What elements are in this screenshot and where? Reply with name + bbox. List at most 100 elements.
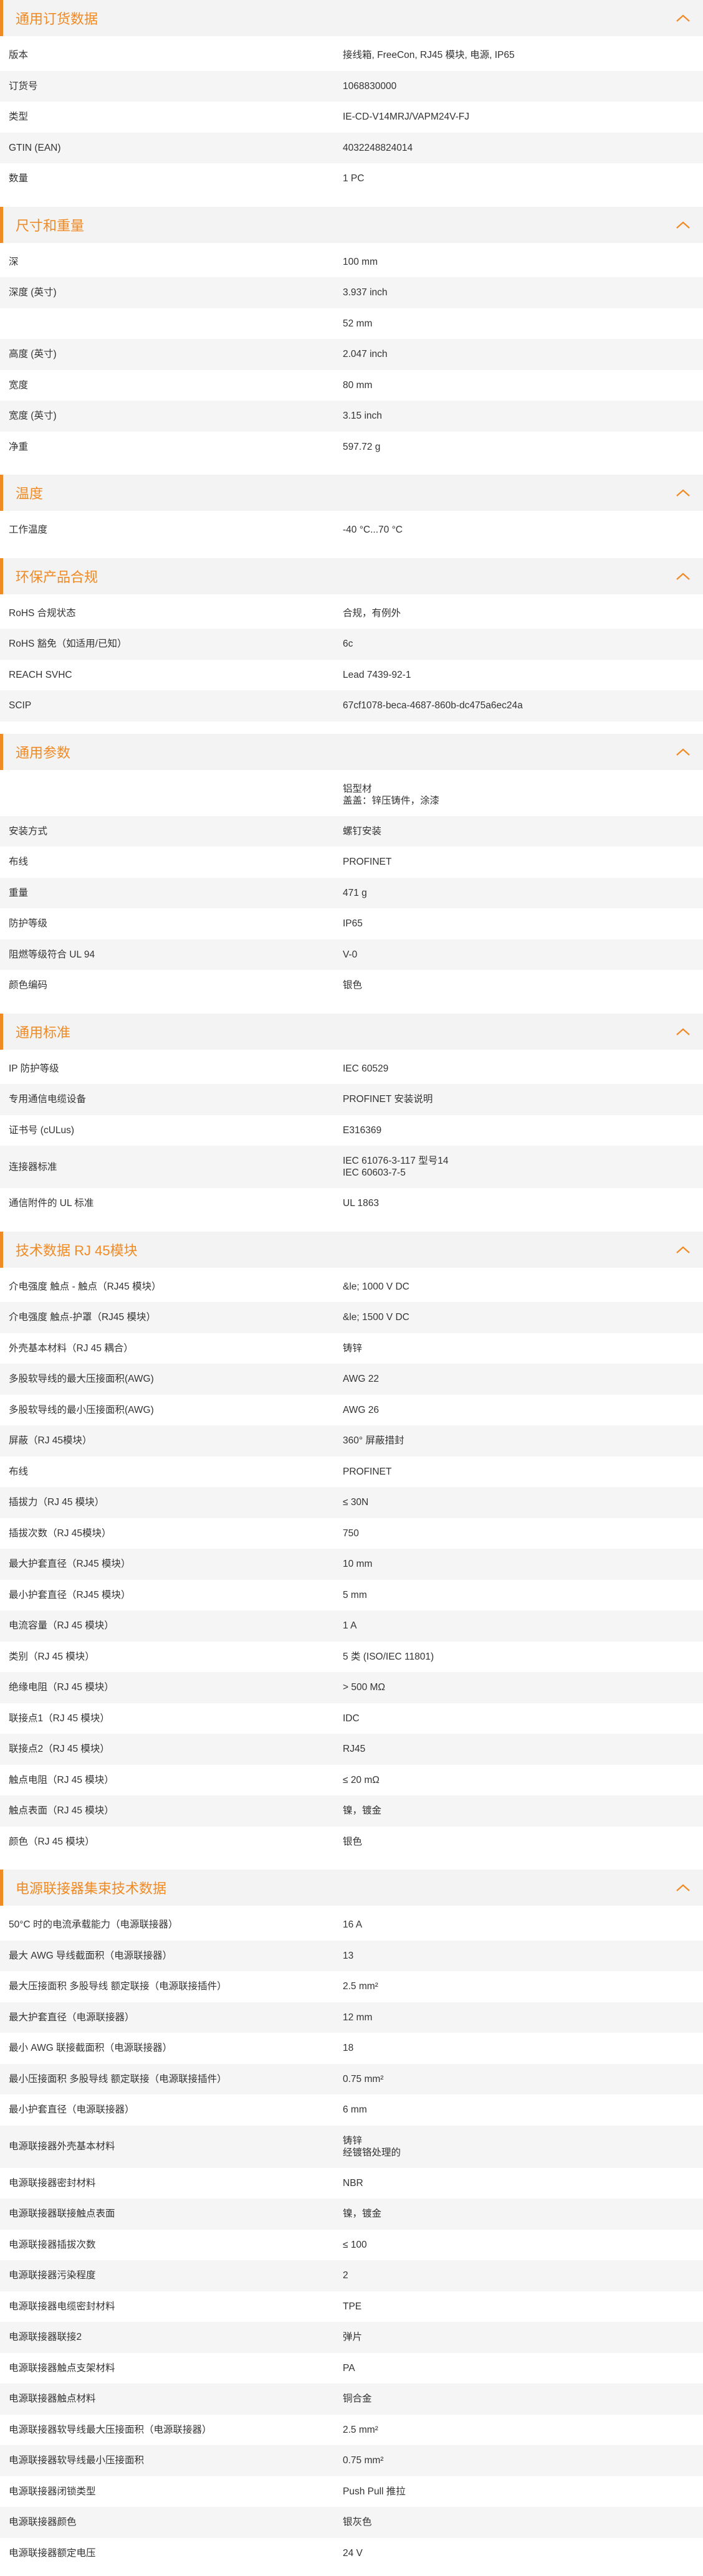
spec-section: 通用订货数据 版本 接线箱, FreeCon, RJ45 模块, 电源, IP6… bbox=[0, 0, 703, 207]
spec-row: 最大压接面积 多股导线 额定联接（电源联接插件） 2.5 mm² bbox=[0, 1971, 703, 2002]
product-spec-page: 通用订货数据 版本 接线箱, FreeCon, RJ45 模块, 电源, IP6… bbox=[0, 0, 703, 2576]
spec-row: 电源联接器联接触点表面 镍，镀金 bbox=[0, 2198, 703, 2230]
spec-label: 类别（RJ 45 模块） bbox=[9, 1651, 95, 1662]
section-header[interactable]: 技术数据 RJ 45模块 bbox=[0, 1231, 703, 1268]
spec-value: 1068830000 bbox=[343, 80, 397, 92]
spec-value: 6 mm bbox=[343, 2104, 367, 2116]
chevron-up-icon[interactable] bbox=[676, 1883, 691, 1892]
spec-value: V-0 bbox=[343, 949, 358, 960]
chevron-up-icon[interactable] bbox=[676, 1027, 691, 1036]
section-header[interactable]: 温度 bbox=[0, 475, 703, 511]
spec-value: 3.937 inch bbox=[343, 287, 388, 298]
spec-value: PA bbox=[343, 2362, 355, 2374]
spec-row: 安装方式 螺钉安装 bbox=[0, 815, 703, 847]
spec-label: 净重 bbox=[9, 441, 29, 452]
spec-label: 插拔次数（RJ 45模块） bbox=[9, 1528, 112, 1539]
spec-label: 专用通信电缆设备 bbox=[9, 1094, 87, 1105]
spec-label: 颜色编码 bbox=[9, 980, 48, 991]
spec-value: 镍，镀金 bbox=[343, 2208, 382, 2220]
spec-row: 颜色编码 银色 bbox=[0, 970, 703, 1001]
spec-label: 电源联接器触点支架材料 bbox=[9, 2362, 115, 2374]
spec-label: 外壳基本材料（RJ 45 耦合） bbox=[9, 1343, 133, 1354]
spec-value: AWG 26 bbox=[343, 1404, 379, 1415]
spec-row: 触点表面（RJ 45 模块） 镍，镀金 bbox=[0, 1795, 703, 1827]
spec-value: 铸锌 经镀铬处理的 bbox=[343, 2135, 401, 2158]
spec-label: 深 bbox=[9, 256, 19, 267]
section-header[interactable]: 通用参数 bbox=[0, 733, 703, 770]
spec-label: 通信附件的 UL 标准 bbox=[9, 1198, 94, 1209]
spec-row: 类别（RJ 45 模块） 5 类 (ISO/IEC 11801) bbox=[0, 1642, 703, 1673]
chevron-up-icon[interactable] bbox=[676, 14, 691, 22]
spec-label: 数量 bbox=[9, 173, 29, 184]
spec-value: 铜合金 bbox=[343, 2393, 372, 2405]
spec-section: 通用参数 铝型材 盖盖：锌压铸件，涂漆 安装方式 螺钉安装 布线 PROFINE… bbox=[0, 733, 703, 1014]
spec-label: 电源联接器额定电压 bbox=[9, 2547, 96, 2559]
spec-value: 750 bbox=[343, 1528, 359, 1539]
spec-value: IEC 60529 bbox=[343, 1063, 389, 1074]
spec-value: 银色 bbox=[343, 980, 363, 991]
spec-row: 电源联接器联接2 弹片 bbox=[0, 2322, 703, 2353]
spec-label: 宽度 (英寸) bbox=[9, 411, 57, 422]
spec-label bbox=[0, 318, 343, 328]
spec-label: 最小护套直径（RJ45 模块） bbox=[9, 1589, 131, 1600]
spec-row: 联接点1（RJ 45 模块） IDC bbox=[0, 1703, 703, 1734]
section-title: 通用标准 bbox=[16, 1024, 71, 1040]
spec-row: 电源联接器软导线最大压接面积（电源联接器） 2.5 mm² bbox=[0, 2415, 703, 2446]
spec-value: ≤ 100 bbox=[343, 2239, 367, 2250]
spec-row: 插拔力（RJ 45 模块） ≤ 30N bbox=[0, 1487, 703, 1518]
spec-value: 0.75 mm² bbox=[343, 2455, 384, 2466]
spec-label: 电源联接器软导线最大压接面积（电源联接器） bbox=[9, 2424, 212, 2435]
spec-row: REACH SVHC Lead 7439-92-1 bbox=[0, 660, 703, 691]
spec-row: 专用通信电缆设备 PROFINET 安装说明 bbox=[0, 1084, 703, 1115]
spec-value: E316369 bbox=[343, 1124, 382, 1136]
spec-value: PROFINET bbox=[343, 1466, 392, 1477]
spec-row: 宽度 80 mm bbox=[0, 370, 703, 401]
spec-section: 环保产品合规 RoHS 合规状态 合规，有例外 RoHS 豁免（如适用/已知） … bbox=[0, 558, 703, 734]
spec-row: 深 100 mm bbox=[0, 247, 703, 278]
spec-label: 多股软导线的最小压接面积(AWG) bbox=[9, 1404, 154, 1415]
section-title: 通用参数 bbox=[16, 744, 71, 761]
spec-row: RoHS 合规状态 合规，有例外 bbox=[0, 598, 703, 629]
section-header[interactable]: 尺寸和重量 bbox=[0, 206, 703, 243]
spec-value: 100 mm bbox=[343, 256, 378, 267]
spec-label: 证书号 (cULus) bbox=[9, 1124, 75, 1136]
section-header[interactable]: 通用标准 bbox=[0, 1013, 703, 1050]
spec-value: 1 PC bbox=[343, 173, 365, 184]
spec-row: 屏蔽（RJ 45模块） 360° 屏蔽措封 bbox=[0, 1425, 703, 1457]
spec-label: 电源联接器联接2 bbox=[9, 2332, 82, 2343]
spec-value: Lead 7439-92-1 bbox=[343, 669, 411, 680]
spec-row: 净重 597.72 g bbox=[0, 432, 703, 463]
chevron-up-icon[interactable] bbox=[676, 572, 691, 581]
spec-label: 高度 (英寸) bbox=[9, 349, 57, 360]
spec-row: 最小护套直径（电源联接器） 6 mm bbox=[0, 2094, 703, 2126]
section-header[interactable]: 电源联接器集束技术数据 bbox=[0, 1870, 703, 1906]
chevron-up-icon[interactable] bbox=[676, 221, 691, 229]
section-title: 技术数据 RJ 45模块 bbox=[16, 1242, 138, 1258]
spec-row: 触点电阻（RJ 45 模块） ≤ 20 mΩ bbox=[0, 1765, 703, 1796]
spec-row: 电源联接器外壳基本材料 铸锌 经镀铬处理的 bbox=[0, 2125, 703, 2168]
chevron-up-icon[interactable] bbox=[676, 748, 691, 756]
spec-label: 介电强度 触点-护罩（RJ45 模块） bbox=[9, 1312, 156, 1323]
section-header[interactable]: 环保产品合规 bbox=[0, 558, 703, 594]
spec-label: 布线 bbox=[9, 1466, 29, 1477]
spec-value: 18 bbox=[343, 2043, 354, 2054]
spec-label: 连接器标准 bbox=[9, 1161, 57, 1172]
spec-value: IDC bbox=[343, 1713, 360, 1724]
section-title: 通用订货数据 bbox=[16, 11, 98, 27]
spec-value: 银灰色 bbox=[343, 2517, 372, 2528]
spec-row: 最大护套直径（电源联接器） 12 mm bbox=[0, 2002, 703, 2033]
spec-row: RoHS 豁免（如适用/已知） 6c bbox=[0, 629, 703, 660]
section-header[interactable]: 通用订货数据 bbox=[0, 0, 703, 36]
spec-value: -40 °C...70 °C bbox=[343, 525, 403, 536]
spec-row: 深度 (英寸) 3.937 inch bbox=[0, 277, 703, 308]
spec-value: 镍，镀金 bbox=[343, 1805, 382, 1817]
chevron-up-icon[interactable] bbox=[676, 488, 691, 497]
spec-value: &le; 1500 V DC bbox=[343, 1312, 409, 1323]
spec-value: PROFINET bbox=[343, 857, 392, 868]
spec-value: 67cf1078-beca-4687-860b-dc475a6ec24a bbox=[343, 700, 523, 711]
spec-row: 证书号 (cULus) E316369 bbox=[0, 1115, 703, 1146]
spec-label: 绝缘电阻（RJ 45 模块） bbox=[9, 1682, 114, 1693]
spec-value: &le; 1000 V DC bbox=[343, 1281, 409, 1292]
section-rows: 介电强度 触点 - 触点（RJ45 模块） &le; 1000 V DC 介电强… bbox=[0, 1268, 703, 1870]
chevron-up-icon[interactable] bbox=[676, 1245, 691, 1254]
